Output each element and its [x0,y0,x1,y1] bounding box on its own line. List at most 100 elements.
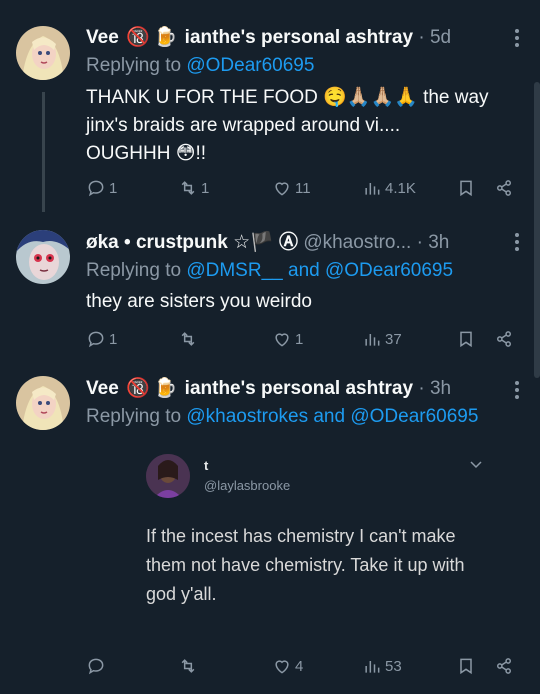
reply-context: Replying to @DMSR__ and @ODear60695 [86,258,453,284]
handle[interactable]: @khaostro... [303,232,411,253]
mention-link[interactable]: @khaostrokes [186,406,308,427]
more-icon[interactable] [514,232,520,256]
views-button[interactable]: 37 [362,326,402,352]
quoted-avatar [146,454,190,498]
reply-icon [88,658,104,675]
beer-badge: 🍺 [153,27,178,48]
like-button[interactable]: 1 [272,326,303,352]
tweet-text-line: OUGHHH 😳!! [86,143,207,164]
share-button[interactable] [494,175,514,201]
share-icon [497,658,511,674]
bookmark-icon [460,180,472,197]
beer-badge: 🍺 [153,378,178,399]
quoted-text: If the incest has chemistry I can't make… [146,526,465,604]
timestamp[interactable]: 3h [430,378,451,399]
like-icon [275,182,289,196]
views-icon [365,183,380,195]
tweet-text: THANK U FOR THE FOOD 🤤🙏🏼🙏🏼🙏 the way jinx… [86,84,518,168]
bookmark-icon [460,331,472,348]
display-name-suffix[interactable]: ianthe's personal ashtray [185,378,413,399]
share-button[interactable] [494,326,514,352]
retweet-icon [181,332,195,346]
like-icon [275,660,289,674]
tweet-text: they are sisters you weirdo [86,291,312,312]
mention-link[interactable]: @ODear60695 [325,260,453,281]
reply-context: Replying to @ODear60695 [86,53,314,79]
action-bar: 4 53 [86,653,522,679]
separator-dot: · [416,232,423,253]
more-icon[interactable] [514,28,520,52]
views-count: 4.1K [385,179,416,197]
display-name-suffix[interactable]: ianthe's personal ashtray [185,27,413,48]
reply-button[interactable]: 1 [86,326,117,352]
retweet-button[interactable] [178,326,201,352]
views-icon [365,334,380,346]
tweet-header: øka • crustpunk ☆🏴 Ⓐ @khaostro... · 3h [86,230,524,256]
views-count: 53 [385,657,402,675]
views-count: 37 [385,330,402,348]
reply-context: Replying to @khaostrokes and @ODear60695 [86,404,478,430]
like-icon [275,333,289,347]
timestamp[interactable]: 5d [430,27,451,48]
retweet-icon [181,659,195,673]
like-count: 1 [295,330,304,348]
retweet-button[interactable]: 1 [178,175,209,201]
bookmark-button[interactable] [456,175,476,201]
replying-to-label: Replying to [86,55,182,76]
bookmark-button[interactable] [456,326,476,352]
display-name[interactable]: Vee [86,378,119,399]
share-icon [497,180,511,196]
tweet-text-line: jinx's braids are wrapped around vi.... [86,115,401,136]
mention-link[interactable]: @ODear60695 [350,406,478,427]
separator-dot: · [418,378,425,400]
scrollbar[interactable] [534,82,540,378]
views-button[interactable]: 53 [362,653,402,679]
replying-to-label: Replying to [86,406,182,427]
display-name[interactable]: Vee [86,27,119,48]
action-bar: 1 1 11 4.1K [86,175,522,201]
avatar[interactable] [16,376,70,430]
quoted-display-name: t [204,458,209,473]
bookmark-button[interactable] [456,653,476,679]
chevron-down-icon [470,458,482,472]
tweet-text-line: THANK U FOR THE FOOD 🤤🙏🏼🙏🏼🙏 the way [86,87,489,108]
timestamp[interactable]: 3h [428,232,449,253]
tweet-2[interactable]: øka • crustpunk ☆🏴 Ⓐ @khaostro... · 3h R… [0,212,540,362]
adult-badge: 🔞 [126,27,150,48]
more-icon[interactable] [514,380,520,404]
replying-to-label: Replying to [86,260,182,281]
reply-button[interactable] [86,653,109,679]
like-button[interactable]: 4 [272,653,303,679]
reply-count: 1 [109,179,118,197]
like-button[interactable]: 11 [272,175,311,201]
views-button[interactable]: 4.1K [362,175,416,201]
separator-dot: · [418,27,425,49]
quoted-tweet-image[interactable]: t @laylasbrooke If the incest has chemis… [126,440,496,628]
avatar[interactable] [16,230,70,284]
reply-icon [88,180,104,197]
mention-and: and [288,260,320,281]
avatar[interactable] [16,26,70,80]
display-name[interactable]: øka • crustpunk ☆🏴 Ⓐ [86,232,298,253]
adult-badge: 🔞 [126,378,150,399]
share-button[interactable] [494,653,514,679]
views-icon [365,661,380,673]
retweet-button[interactable] [178,653,201,679]
tweet-1[interactable]: Vee 🔞 🍺 ianthe's personal ashtray · 5d Re… [0,0,540,212]
quoted-handle: @laylasbrooke [204,478,291,493]
like-count: 11 [295,179,311,197]
action-bar: 1 1 37 [86,326,522,352]
retweet-count: 1 [201,179,210,197]
mention-link[interactable]: @ODear60695 [186,55,314,76]
reply-count: 1 [109,330,118,348]
like-count: 4 [295,657,304,675]
reply-icon [88,331,104,348]
tweet-header: Vee 🔞 🍺 ianthe's personal ashtray · 5d [86,25,524,51]
reply-button[interactable]: 1 [86,175,117,201]
mention-link[interactable]: @DMSR__ [186,260,282,281]
tweet-header: Vee 🔞 🍺 ianthe's personal ashtray · 3h [86,376,524,402]
mention-and: and [313,406,346,427]
bookmark-icon [460,658,472,675]
share-icon [497,331,511,347]
retweet-icon [181,181,195,195]
